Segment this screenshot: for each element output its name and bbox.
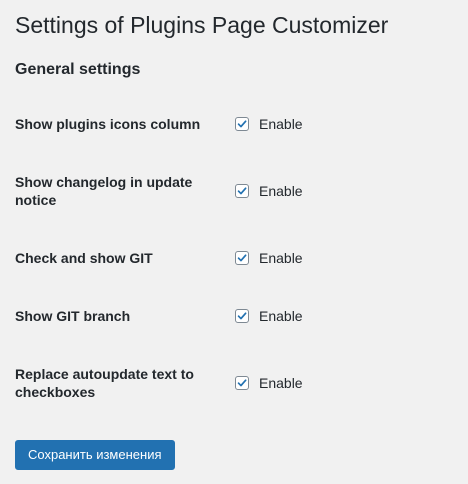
checkmark-icon <box>237 312 247 320</box>
enable-checkbox[interactable] <box>235 309 249 323</box>
checkmark-icon <box>237 379 247 387</box>
setting-label: Replace autoupdate text to checkboxes <box>15 366 194 400</box>
enable-label: Enable <box>259 183 303 199</box>
setting-label: Check and show GIT <box>15 250 153 266</box>
enable-checkbox-control[interactable]: Enable <box>235 182 303 200</box>
checkmark-icon <box>237 120 247 128</box>
setting-label: Show plugins icons column <box>15 116 201 132</box>
enable-checkbox[interactable] <box>235 184 249 198</box>
enable-checkbox-control[interactable]: Enable <box>235 249 303 267</box>
section-title: General settings <box>15 61 141 78</box>
setting-label: Show GIT branch <box>15 308 131 324</box>
enable-checkbox-control[interactable]: Enable <box>235 374 303 392</box>
checkmark-icon <box>237 187 247 195</box>
enable-label: Enable <box>259 375 303 391</box>
enable-label: Enable <box>259 116 303 132</box>
enable-checkbox[interactable] <box>235 251 249 265</box>
enable-checkbox[interactable] <box>235 376 249 390</box>
enable-label: Enable <box>259 308 303 324</box>
enable-checkbox-control[interactable]: Enable <box>235 307 303 325</box>
save-changes-button[interactable]: Сохранить изменения <box>15 440 175 470</box>
checkmark-icon <box>237 254 247 262</box>
setting-label: Show changelog in update notice <box>15 174 193 208</box>
page-title: Settings of Plugins Page Customizer <box>15 12 389 38</box>
enable-checkbox[interactable] <box>235 117 249 131</box>
enable-checkbox-control[interactable]: Enable <box>235 115 303 133</box>
enable-label: Enable <box>259 250 303 266</box>
